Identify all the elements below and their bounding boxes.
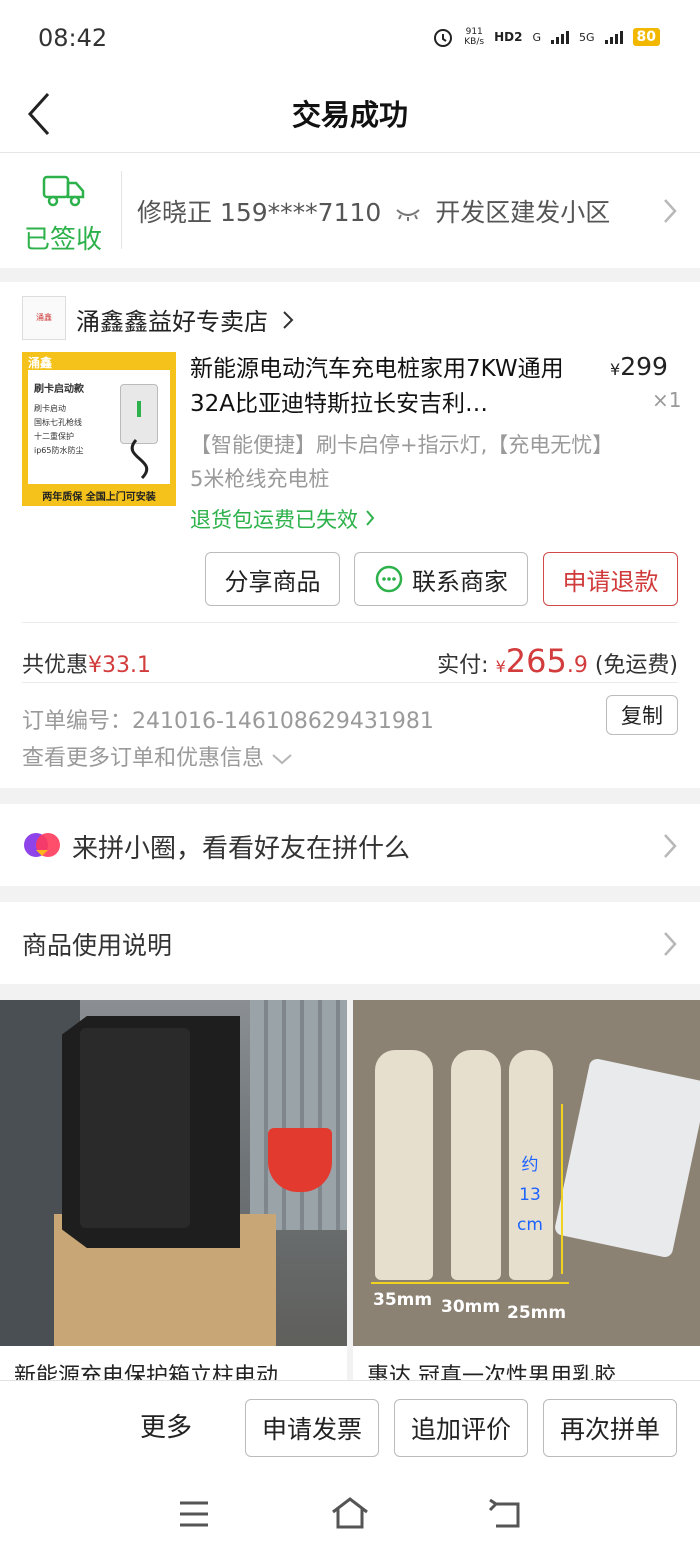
paid-amount: 实付: ¥265.9 (免运费) [437, 642, 678, 680]
chevron-right-icon [664, 834, 677, 858]
recommended-item[interactable]: 约 13 cm 35mm 30mm 25mm 惠达 冠真一次性男用乳胶 [353, 1000, 700, 1380]
address-area: 开发区建发小区 [435, 198, 611, 227]
5g-label: 5G [578, 30, 595, 44]
circle-text: 来拼小圈，看看好友在拼什么 [72, 834, 411, 864]
divider [22, 682, 678, 683]
recommended-item[interactable]: 新能源充电保护箱立柱电动 [0, 1000, 347, 1380]
page-title: 交易成功 [291, 98, 408, 132]
shop-name-link[interactable]: 涌鑫鑫益好专卖店 [76, 302, 294, 337]
return-shipping-note[interactable]: 退货包运费已失效 [190, 504, 375, 534]
cable-illustration [130, 439, 149, 480]
order-card: 涌鑫 涌鑫鑫益好专卖店 涌鑫 刷卡启动款 刷卡启动 国标七孔枪线 十二重保护 i… [0, 282, 700, 788]
recommended-image [0, 1000, 347, 1346]
share-product-button[interactable]: 分享商品 [205, 552, 340, 606]
shop-name: 涌鑫鑫益好专卖店 [76, 308, 268, 336]
copy-button[interactable]: 复制 [606, 695, 678, 735]
product-manual-entry[interactable]: 商品使用说明 [0, 902, 700, 984]
product-qty: ×1 [652, 388, 682, 412]
recommended-title: 新能源充电保护箱立柱电动 [14, 1364, 279, 1380]
hd-icon: HD2 [494, 30, 523, 44]
g-signal-label: G [532, 30, 541, 44]
divider [121, 171, 122, 249]
feature-4: ip65防水防尘 [34, 446, 84, 455]
status-icons: 911 KB/s HD2 G 5G 80 [432, 26, 660, 48]
chevron-right-icon [365, 510, 375, 526]
product-price: ¥299 [610, 352, 668, 381]
shop-logo[interactable]: 涌鑫 [22, 296, 66, 340]
feature-2: 国标七孔枪线 [34, 418, 82, 427]
system-nav-bar [0, 1476, 700, 1555]
home-icon[interactable] [330, 1496, 370, 1530]
charger-illustration [120, 384, 158, 444]
more-order-info-toggle[interactable]: 查看更多订单和优惠信息 [22, 740, 293, 772]
product-image[interactable]: 涌鑫 刷卡启动款 刷卡启动 国标七孔枪线 十二重保护 ip65防水防尘 两年质保… [22, 352, 176, 506]
product-title[interactable]: 新能源电动汽车充电桩家用7KW通用32A比亚迪特斯拉长安吉利… [190, 352, 590, 422]
product-image-brand: 涌鑫 [28, 356, 53, 370]
chevron-right-icon [282, 311, 294, 329]
delivery-status: 已签收 [24, 225, 103, 255]
header: 交易成功 [0, 78, 700, 153]
length-value: 13 [519, 1185, 541, 1205]
signal-5g-icon [604, 30, 623, 44]
order-number: 订单编号：241016-146108629431981 [22, 709, 434, 734]
request-invoice-button[interactable]: 申请发票 [245, 1399, 379, 1457]
network-speed: 911 KB/s [464, 27, 485, 47]
feature-3: 十二重保护 [34, 432, 74, 441]
length-about: 约 [521, 1155, 539, 1175]
status-time: 08:42 [38, 24, 108, 52]
chat-icon [375, 565, 403, 593]
address-text: 修晓正 159****7110 开发区建发小区 [137, 193, 610, 229]
recipient: 修晓正 159****7110 [137, 198, 382, 227]
size-label-2: 30mm [441, 1297, 501, 1317]
size-label-3: 25mm [507, 1303, 567, 1323]
product-spec: 【智能便捷】刷卡启停+指示灯,【充电无忧】5米枪线充电桩 [190, 433, 603, 491]
chevron-right-icon [664, 199, 677, 223]
product-image-bottom: 两年质保 全国上门可安装 [42, 492, 156, 503]
manual-text: 商品使用说明 [22, 931, 173, 960]
feature-1: 刷卡启动 [34, 404, 66, 413]
back-nav-icon[interactable] [488, 1498, 524, 1530]
request-refund-button[interactable]: 申请退款 [543, 552, 678, 606]
bottom-action-bar: 更多 申请发票 追加评价 再次拼单 [0, 1380, 700, 1477]
product-image-label: 刷卡启动款 [34, 384, 84, 395]
circle-logo-icon [24, 833, 60, 857]
chevron-down-icon [272, 754, 292, 765]
battery-icon: 80 [632, 28, 660, 46]
contact-seller-button[interactable]: 联系商家 [354, 552, 528, 606]
eye-closed-icon [396, 209, 420, 221]
divider [22, 622, 678, 623]
length-unit: cm [517, 1215, 543, 1235]
signal-icon [550, 30, 569, 44]
delivery-card[interactable]: 已签收 修晓正 159****7110 开发区建发小区 [0, 153, 700, 268]
recommended-title: 惠达 冠真一次性男用乳胶 [367, 1364, 616, 1380]
size-label-1: 35mm [373, 1290, 433, 1310]
reorder-button[interactable]: 再次拼单 [543, 1399, 677, 1457]
recommended-image: 约 13 cm 35mm 30mm 25mm [353, 1000, 700, 1346]
discount-summary: 共优惠¥33.1 [22, 653, 151, 678]
more-button[interactable]: 更多 [140, 1407, 192, 1444]
friend-circle-entry[interactable]: 来拼小圈，看看好友在拼什么 [0, 804, 700, 886]
chevron-right-icon [664, 932, 677, 956]
alarm-icon [434, 29, 453, 47]
add-review-button[interactable]: 追加评价 [394, 1399, 528, 1457]
menu-icon[interactable] [178, 1500, 210, 1528]
status-bar: 08:42 911 KB/s HD2 G 5G 80 [0, 0, 700, 78]
truck-icon [42, 175, 85, 207]
